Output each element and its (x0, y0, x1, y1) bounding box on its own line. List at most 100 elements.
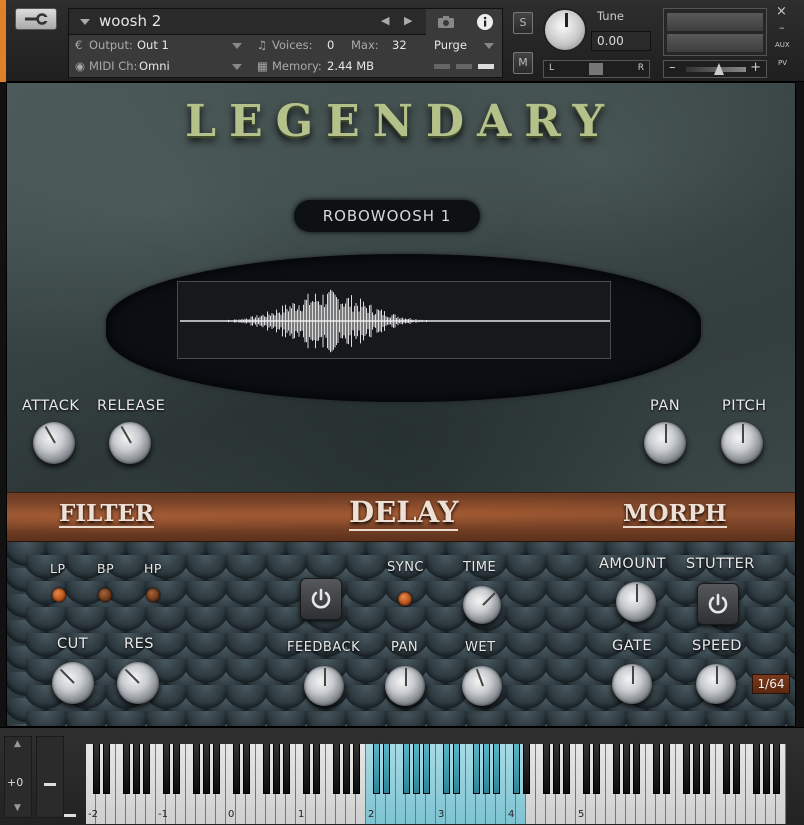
max-voices-value[interactable]: 32 (392, 38, 407, 52)
black-key[interactable] (682, 744, 690, 794)
black-key[interactable] (442, 744, 450, 794)
black-key[interactable] (342, 744, 350, 794)
instrument-menu-arrow-icon[interactable] (80, 19, 90, 25)
black-key[interactable] (652, 744, 660, 794)
res-knob[interactable] (117, 662, 159, 704)
black-key[interactable] (192, 744, 200, 794)
black-key[interactable] (632, 744, 640, 794)
prev-instrument-icon[interactable]: ◀ (381, 14, 389, 27)
black-key[interactable] (542, 744, 550, 794)
purge-dropdown-arrow-icon[interactable] (484, 43, 494, 49)
close-instrument-button[interactable]: × (776, 4, 787, 19)
black-key[interactable] (492, 744, 500, 794)
attack-knob[interactable] (33, 422, 75, 464)
filter-lp-led[interactable] (52, 588, 66, 602)
black-key[interactable] (562, 744, 570, 794)
instrument-edit-button[interactable] (15, 8, 57, 30)
purge-menu[interactable]: Purge (434, 38, 467, 52)
black-key[interactable] (482, 744, 490, 794)
black-key[interactable] (582, 744, 590, 794)
black-key[interactable] (382, 744, 390, 794)
output-dropdown-arrow-icon[interactable] (232, 43, 242, 49)
black-key[interactable] (312, 744, 320, 794)
black-key[interactable] (472, 744, 480, 794)
solo-button[interactable]: S (513, 12, 533, 34)
black-key[interactable] (772, 744, 780, 794)
black-key[interactable] (102, 744, 110, 794)
octave-down-icon[interactable]: ▼ (14, 803, 21, 813)
instrument-name-row[interactable]: woosh 2 ◀ ▶ (69, 9, 426, 35)
pan-slider[interactable]: L R (543, 60, 650, 78)
black-key[interactable] (512, 744, 520, 794)
amount-knob[interactable] (616, 582, 656, 622)
mod-wheel[interactable] (36, 736, 64, 818)
black-key[interactable] (302, 744, 310, 794)
cut-knob[interactable] (52, 662, 94, 704)
black-key[interactable] (422, 744, 430, 794)
black-key[interactable] (662, 744, 670, 794)
black-key[interactable] (552, 744, 560, 794)
tune-value-field[interactable]: 0.00 (591, 31, 651, 51)
mod-wheel-handle[interactable] (44, 783, 56, 786)
black-key[interactable] (522, 744, 530, 794)
black-key[interactable] (262, 744, 270, 794)
wet-knob[interactable] (462, 666, 502, 706)
delay-power-button[interactable] (300, 578, 342, 620)
keyboard-scroll-handle[interactable] (64, 814, 76, 817)
black-key[interactable] (132, 744, 140, 794)
black-key[interactable] (612, 744, 620, 794)
tune-knob[interactable] (543, 8, 587, 52)
pan-slider-handle[interactable] (589, 63, 603, 75)
next-instrument-icon[interactable]: ▶ (404, 14, 412, 27)
release-knob[interactable] (109, 422, 151, 464)
black-key[interactable] (92, 744, 100, 794)
aux-button[interactable]: AUX (775, 41, 790, 49)
mute-button[interactable]: M (513, 52, 533, 74)
midi-channel-select[interactable]: Omni (139, 59, 170, 73)
delay-pan-knob[interactable] (385, 666, 425, 706)
instrument-name[interactable]: woosh 2 (99, 12, 161, 30)
black-key[interactable] (212, 744, 220, 794)
black-key[interactable] (122, 744, 130, 794)
black-key[interactable] (592, 744, 600, 794)
black-key[interactable] (692, 744, 700, 794)
black-key[interactable] (752, 744, 760, 794)
black-key[interactable] (762, 744, 770, 794)
speed-knob[interactable] (696, 664, 736, 704)
black-key[interactable] (452, 744, 460, 794)
black-key[interactable] (702, 744, 710, 794)
black-key[interactable] (172, 744, 180, 794)
black-key[interactable] (402, 744, 410, 794)
minimize-instrument-button[interactable]: – (779, 21, 785, 34)
pitch-knob[interactable] (721, 422, 763, 464)
black-key[interactable] (722, 744, 730, 794)
stutter-power-button[interactable] (697, 583, 739, 625)
piano-keyboard[interactable]: -2 -1 0 1 2 3 4 5 (86, 744, 794, 824)
black-key[interactable] (272, 744, 280, 794)
time-knob[interactable] (463, 586, 501, 624)
preset-selector[interactable]: ROBOWOOSH 1 (294, 200, 480, 232)
octave-up-icon[interactable]: ▲ (14, 739, 21, 749)
info-button[interactable] (466, 9, 503, 35)
filter-bp-led[interactable] (98, 588, 112, 602)
black-key[interactable] (242, 744, 250, 794)
pv-button[interactable]: PV (778, 59, 787, 67)
black-key[interactable] (372, 744, 380, 794)
volume-slider[interactable]: – + (663, 60, 767, 78)
snapshot-button[interactable] (427, 9, 465, 35)
pan-knob[interactable] (644, 422, 686, 464)
black-key[interactable] (352, 744, 360, 794)
black-key[interactable] (622, 744, 630, 794)
black-key[interactable] (332, 744, 340, 794)
output-select[interactable]: Out 1 (137, 38, 169, 52)
gate-knob[interactable] (612, 664, 652, 704)
black-key[interactable] (412, 744, 420, 794)
black-key[interactable] (162, 744, 170, 794)
black-key[interactable] (282, 744, 290, 794)
midi-dropdown-arrow-icon[interactable] (232, 64, 242, 70)
sync-led[interactable] (398, 592, 412, 606)
black-key[interactable] (142, 744, 150, 794)
filter-hp-led[interactable] (146, 588, 160, 602)
black-key[interactable] (732, 744, 740, 794)
black-key[interactable] (202, 744, 210, 794)
